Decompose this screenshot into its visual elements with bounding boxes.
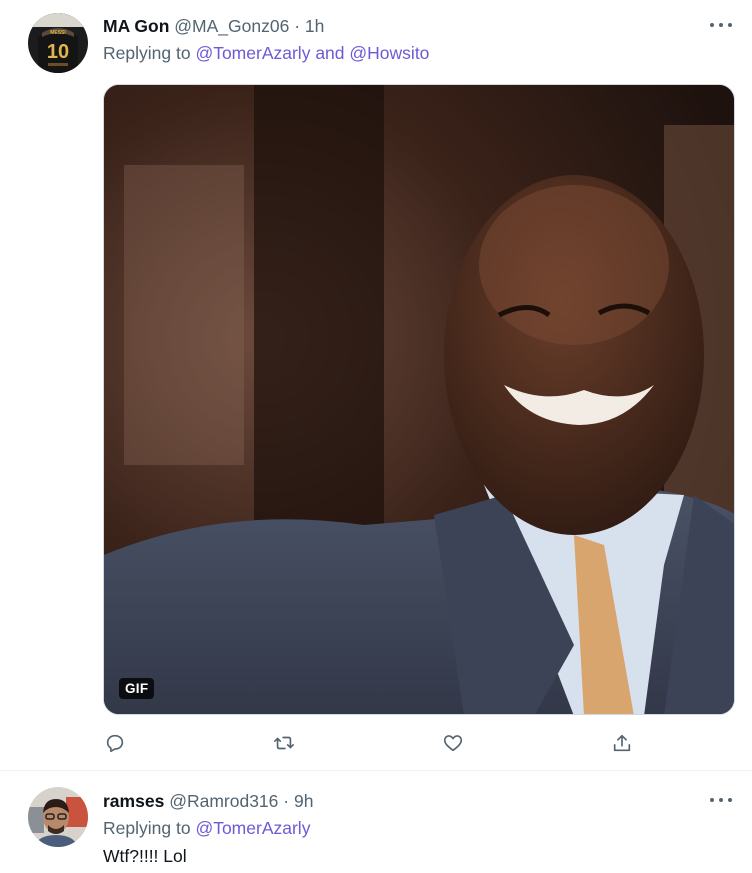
user-handle[interactable]: @Ramrod316 — [169, 791, 278, 811]
reply-icon[interactable] — [100, 728, 130, 758]
replying-to-label: Replying to — [103, 818, 191, 838]
retweet-icon[interactable] — [269, 728, 299, 758]
avatar-jersey-number: 10 — [47, 41, 69, 63]
tweet-actions — [103, 728, 735, 758]
replying-to: Replying to @TomerAzarly — [103, 818, 310, 839]
separator: · — [283, 791, 290, 811]
tweet-text: Wtf?!!!! Lol — [103, 846, 187, 866]
display-name[interactable]: MA Gon — [103, 16, 169, 36]
more-icon[interactable] — [710, 795, 732, 805]
avatar[interactable] — [28, 787, 88, 847]
mention-link[interactable]: @TomerAzarly — [195, 43, 310, 63]
svg-text:MESSI: MESSI — [50, 30, 66, 36]
like-icon[interactable] — [438, 728, 468, 758]
timestamp[interactable]: 9h — [294, 791, 313, 811]
tweet-header: MA Gon @MA_Gonz06 · 1h — [103, 16, 324, 37]
separator: · — [294, 16, 301, 36]
timestamp[interactable]: 1h — [305, 16, 324, 36]
gif-frame — [104, 85, 734, 714]
more-icon[interactable] — [710, 20, 732, 30]
tweet-header: ramses @Ramrod316 · 9h — [103, 791, 313, 812]
gif-media[interactable]: GIF — [103, 84, 735, 715]
tweet[interactable]: ramses @Ramrod316 · 9h Replying to @Tome… — [0, 771, 752, 873]
mention-link[interactable]: @Howsito — [349, 43, 429, 63]
user-handle[interactable]: @MA_Gonz06 — [174, 16, 289, 36]
display-name[interactable]: ramses — [103, 791, 164, 811]
tweet[interactable]: MESSI 10 MA Gon @MA_Gonz06 · 1h Replying… — [0, 0, 752, 771]
replying-to-label: Replying to — [103, 43, 191, 63]
share-icon[interactable] — [607, 728, 637, 758]
avatar[interactable]: MESSI 10 — [28, 13, 88, 73]
gif-badge: GIF — [119, 678, 155, 699]
replying-to: Replying to @TomerAzarly and @Howsito — [103, 43, 429, 64]
mention-joiner: and — [315, 43, 345, 63]
mention-link[interactable]: @TomerAzarly — [195, 818, 310, 838]
